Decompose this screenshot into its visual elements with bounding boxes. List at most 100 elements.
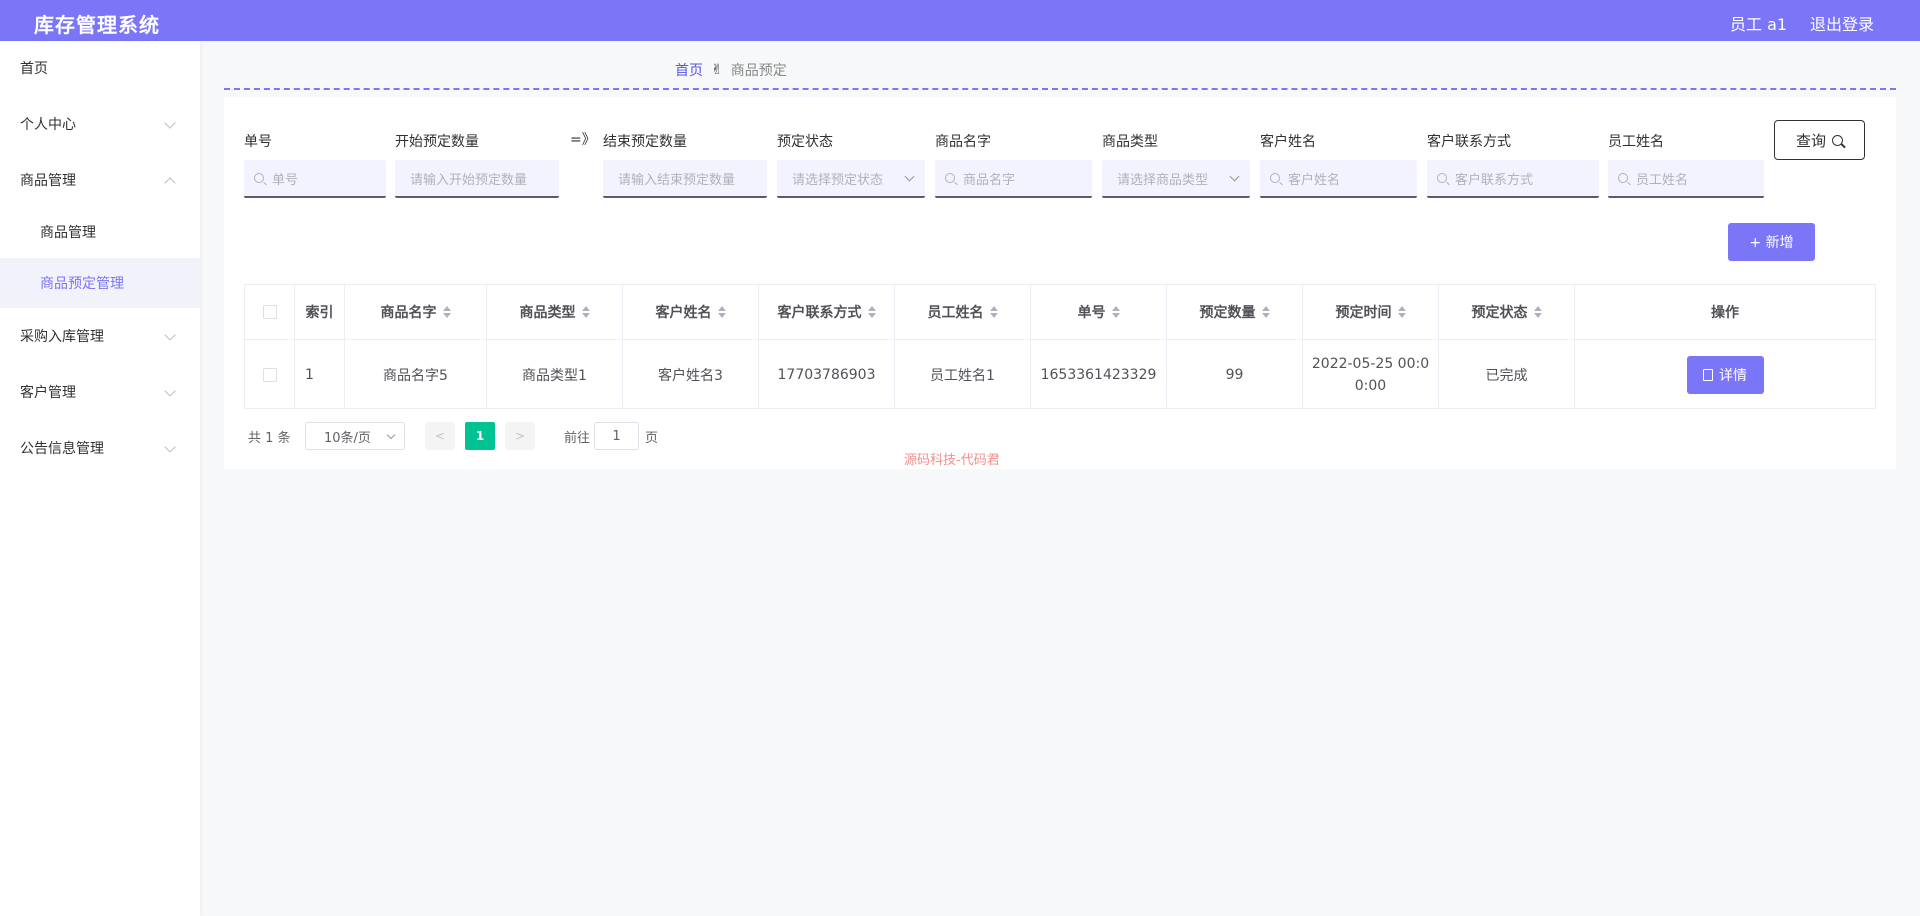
chevron-right-icon: >	[514, 429, 526, 443]
sidebar-item-purchasing[interactable]: 采购入库管理	[0, 312, 200, 360]
start-qty-input[interactable]: 请输入开始预定数量	[395, 160, 559, 198]
input-placeholder: 客户联系方式	[1455, 172, 1534, 188]
row-checkbox[interactable]	[262, 367, 277, 382]
table-cell: 已完成	[1439, 340, 1575, 409]
row-select-cell	[245, 340, 295, 409]
sidebar-item-label: 商品管理	[40, 225, 96, 241]
sort-icon[interactable]	[1111, 306, 1120, 318]
logout-button[interactable]: 退出登录	[1810, 11, 1874, 35]
customer-contact-input[interactable]: 客户联系方式	[1427, 160, 1599, 198]
detail-button[interactable]: 详情	[1686, 355, 1764, 394]
table-cell: 商品类型1	[487, 340, 623, 409]
sidebar-item-label: 客户管理	[20, 385, 76, 401]
sidebar-item-products[interactable]: 商品管理	[0, 156, 200, 204]
header-label: 客户姓名	[655, 305, 712, 321]
input-placeholder: 请输入开始预定数量	[410, 172, 528, 188]
sidebar-subitem-product-management[interactable]: 商品管理	[0, 208, 200, 256]
end-qty-input[interactable]: 请输入结束预定数量	[603, 160, 767, 198]
sort-icon[interactable]	[442, 306, 451, 318]
filter-label-product-type: 商品类型	[1102, 134, 1158, 150]
prev-page-button[interactable]: <	[425, 422, 455, 450]
column-header[interactable]: 单号	[1031, 285, 1167, 340]
next-page-button[interactable]: >	[505, 422, 535, 450]
sort-icon[interactable]	[581, 306, 590, 318]
input-placeholder: 员工姓名	[1636, 172, 1689, 188]
app-title: 库存管理系统	[34, 13, 160, 37]
filter-label-product-name: 商品名字	[935, 134, 991, 150]
column-header[interactable]: 员工姓名	[895, 285, 1031, 340]
watermark: 源码科技-代码君	[904, 453, 1000, 468]
table-cell: 1	[295, 340, 345, 409]
sidebar-item-profile[interactable]: 个人中心	[0, 100, 200, 148]
sort-icon[interactable]	[1261, 306, 1270, 318]
content-panel	[224, 97, 1896, 469]
sort-icon[interactable]	[717, 306, 726, 318]
input-placeholder: 商品名字	[963, 172, 1016, 188]
column-header[interactable]: 预定时间	[1303, 285, 1439, 340]
employee-name-input[interactable]: 员工姓名	[1608, 160, 1764, 198]
sidebar-item-customers[interactable]: 客户管理	[0, 368, 200, 416]
header-label: 索引	[305, 305, 334, 321]
header-label: 客户联系方式	[777, 305, 862, 321]
page-size-value: 10条/页	[324, 430, 371, 446]
search-icon	[1618, 173, 1628, 183]
column-header[interactable]: 客户姓名	[623, 285, 759, 340]
header-label: 预定时间	[1335, 305, 1392, 321]
sidebar-item-label: 商品管理	[20, 173, 76, 189]
column-header: 索引	[295, 285, 345, 340]
sidebar-item-label: 个人中心	[20, 117, 76, 133]
search-icon	[1437, 173, 1447, 183]
page-number[interactable]: 1	[465, 422, 495, 450]
customer-name-input[interactable]: 客户姓名	[1260, 160, 1417, 198]
pagination-total: 共 1 条	[248, 430, 291, 446]
filter-label-customer-contact: 客户联系方式	[1427, 134, 1511, 150]
header-label: 预定状态	[1471, 305, 1528, 321]
sort-icon[interactable]	[1533, 306, 1542, 318]
chevron-down-icon	[1229, 171, 1240, 182]
select-all-checkbox[interactable]	[262, 305, 277, 319]
chevron-up-icon	[164, 177, 176, 189]
search-icon	[254, 173, 264, 183]
column-header[interactable]: 预定数量	[1167, 285, 1303, 340]
order-no-input[interactable]: 单号	[244, 160, 386, 198]
chevron-down-icon	[386, 430, 396, 440]
breadcrumb: 首页 ✌ 商品预定	[675, 60, 787, 80]
column-header[interactable]: 客户联系方式	[759, 285, 895, 340]
sidebar-item-label: 采购入库管理	[20, 329, 104, 345]
status-select[interactable]: 请选择预定状态	[777, 160, 925, 198]
sidebar-item-label: 商品预定管理	[40, 276, 124, 292]
sidebar-item-home[interactable]: 首页	[0, 44, 200, 92]
sidebar-item-announcements[interactable]: 公告信息管理	[0, 424, 200, 472]
column-header[interactable]: 预定状态	[1439, 285, 1575, 340]
filter-label-end-qty: 结束预定数量	[603, 134, 687, 150]
product-type-select[interactable]: 请选择商品类型	[1102, 160, 1250, 198]
query-label: 查询	[1795, 131, 1826, 150]
product-name-input[interactable]: 商品名字	[935, 160, 1092, 198]
table-cell: 2022-05-25 00:00:00	[1303, 340, 1439, 409]
input-placeholder: 请选择商品类型	[1117, 172, 1209, 188]
filter-label-status: 预定状态	[777, 134, 833, 150]
range-separator: =》	[570, 132, 596, 148]
sort-icon[interactable]	[989, 306, 998, 318]
column-header[interactable]: 商品名字	[345, 285, 487, 340]
page-size-select[interactable]: 10条/页	[305, 422, 405, 450]
page-suffix: 页	[645, 430, 659, 446]
breadcrumb-home[interactable]: 首页	[675, 60, 703, 80]
chevron-left-icon: <	[434, 429, 446, 443]
filter-label-start-qty: 开始预定数量	[395, 134, 479, 150]
sidebar-subitem-reservation-management[interactable]: 商品预定管理	[0, 258, 200, 308]
chevron-down-icon	[164, 385, 176, 397]
header-label: 员工姓名	[927, 305, 984, 321]
goto-page-input[interactable]: 1	[594, 422, 639, 450]
sort-icon[interactable]	[1397, 306, 1406, 318]
filter-label-customer-name: 客户姓名	[1260, 134, 1316, 150]
filter-label-employee-name: 员工姓名	[1608, 134, 1664, 150]
query-button[interactable]: 查询	[1774, 120, 1865, 160]
search-icon	[1832, 134, 1843, 146]
column-header[interactable]: 商品类型	[487, 285, 623, 340]
table-cell: 17703786903	[759, 340, 895, 409]
header-label: 商品名字	[380, 305, 437, 321]
action-cell: 详情	[1575, 340, 1875, 409]
add-button[interactable]: + 新增	[1728, 223, 1815, 261]
sort-icon[interactable]	[867, 306, 876, 318]
